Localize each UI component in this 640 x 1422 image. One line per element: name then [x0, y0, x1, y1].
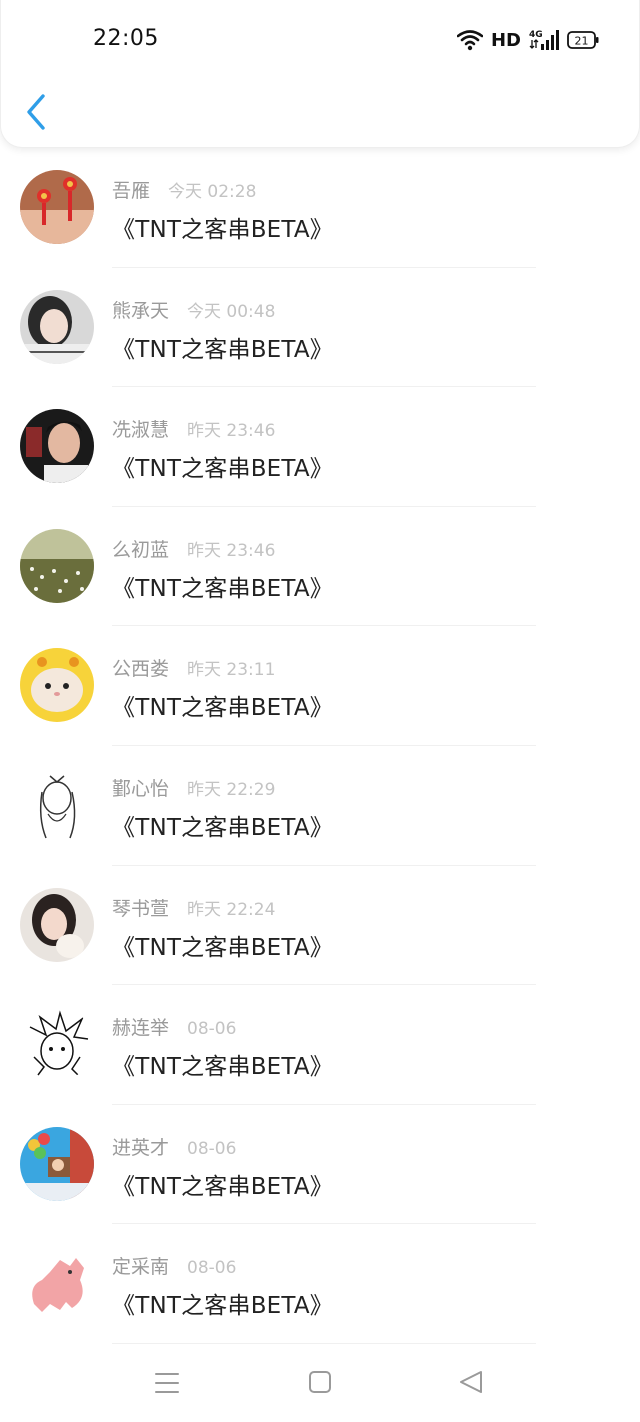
- avatar[interactable]: [20, 887, 94, 962]
- back-button[interactable]: [21, 92, 53, 132]
- list-item[interactable]: 定采南 08-06 《TNT之客串BETA》: [0, 1224, 640, 1344]
- network-label: 4G: [529, 30, 543, 40]
- avatar[interactable]: [20, 648, 94, 723]
- message-time: 08-06: [187, 1258, 237, 1279]
- message-time: 今天 00:48: [187, 301, 276, 322]
- message-time: 今天 02:28: [168, 182, 257, 202]
- system-back-button[interactable]: [455, 1368, 489, 1398]
- message-text: 《TNT之客串BETA》: [112, 575, 334, 602]
- list-item[interactable]: 吾雁 今天 02:28 《TNT之客串BETA》: [0, 148, 640, 268]
- contact-name: 么初蓝: [112, 538, 170, 561]
- list-item[interactable]: 琴书萱 昨天 22:24 《TNT之客串BETA》: [0, 866, 640, 986]
- list-item[interactable]: 冼淑慧 昨天 23:46 《TNT之客串BETA》: [0, 387, 640, 507]
- contact-name: 冼淑慧: [112, 419, 170, 442]
- home-button[interactable]: [303, 1368, 337, 1398]
- contact-name: 进英才: [112, 1136, 170, 1159]
- contact-name: 公西娄: [112, 658, 170, 681]
- chevron-left-icon: [27, 94, 45, 130]
- contact-name: 琴书萱: [112, 897, 170, 920]
- message-text: 《TNT之客串BETA》: [112, 1293, 334, 1320]
- system-navigation-bar: [0, 1344, 640, 1422]
- menu-button[interactable]: [150, 1368, 184, 1398]
- list-item[interactable]: 鄞心怡 昨天 22:29 《TNT之客串BETA》: [0, 746, 640, 866]
- message-text: 《TNT之客串BETA》: [112, 814, 334, 841]
- message-text: 《TNT之客串BETA》: [112, 1054, 334, 1081]
- avatar[interactable]: [20, 1007, 94, 1082]
- message-list: 吾雁 今天 02:28 《TNT之客串BETA》 熊承天 今天 00:48 《T…: [0, 148, 640, 1344]
- avatar[interactable]: [20, 1246, 94, 1321]
- message-time: 昨天 23:11: [187, 660, 276, 681]
- list-item[interactable]: 熊承天 今天 00:48 《TNT之客串BETA》: [0, 268, 640, 388]
- contact-name: 赫连举: [112, 1017, 170, 1040]
- avatar[interactable]: [20, 409, 94, 484]
- contact-name: 吾雁: [112, 180, 151, 202]
- square-home-icon: [309, 1371, 331, 1393]
- triangle-back-icon: [460, 1371, 482, 1393]
- message-time: 08-06: [187, 1019, 237, 1040]
- avatar[interactable]: [20, 170, 94, 244]
- status-time: 22:05: [93, 26, 159, 51]
- list-item[interactable]: 么初蓝 昨天 23:46 《TNT之客串BETA》: [0, 507, 640, 627]
- message-time: 昨天 23:46: [187, 421, 276, 442]
- message-text: 《TNT之客串BETA》: [112, 1173, 334, 1200]
- avatar[interactable]: [20, 1126, 94, 1201]
- list-item[interactable]: 赫连举 08-06 《TNT之客串BETA》: [0, 985, 640, 1105]
- hd-label: HD: [490, 29, 521, 51]
- message-time: 昨天 22:24: [187, 899, 276, 920]
- top-header: 22:05 HD 4G 21: [0, 0, 640, 148]
- message-text: 《TNT之客串BETA》: [112, 934, 334, 961]
- message-time: 昨天 23:46: [187, 540, 276, 561]
- list-item[interactable]: 公西娄 昨天 23:11 《TNT之客串BETA》: [0, 626, 640, 746]
- battery-level: 21: [575, 35, 589, 48]
- message-text: 《TNT之客串BETA》: [112, 456, 334, 483]
- avatar[interactable]: [20, 767, 94, 842]
- status-icons: HD 4G 21: [456, 26, 599, 54]
- list-item[interactable]: 进英才 08-06 《TNT之客串BETA》: [0, 1105, 640, 1225]
- message-time: 08-06: [187, 1138, 237, 1159]
- contact-name: 定采南: [112, 1256, 170, 1279]
- contact-name: 熊承天: [112, 299, 170, 322]
- avatar[interactable]: [20, 528, 94, 603]
- menu-icon: [155, 1373, 179, 1393]
- contact-name: 鄞心怡: [112, 777, 170, 800]
- avatar[interactable]: [20, 289, 94, 364]
- battery-icon: 21: [567, 31, 599, 49]
- message-text: 《TNT之客串BETA》: [112, 695, 334, 722]
- message-time: 昨天 22:29: [187, 779, 276, 800]
- signal-icon: 4G: [529, 28, 559, 52]
- wifi-icon: [456, 29, 483, 51]
- message-text: 《TNT之客串BETA》: [112, 217, 334, 243]
- message-text: 《TNT之客串BETA》: [112, 336, 334, 363]
